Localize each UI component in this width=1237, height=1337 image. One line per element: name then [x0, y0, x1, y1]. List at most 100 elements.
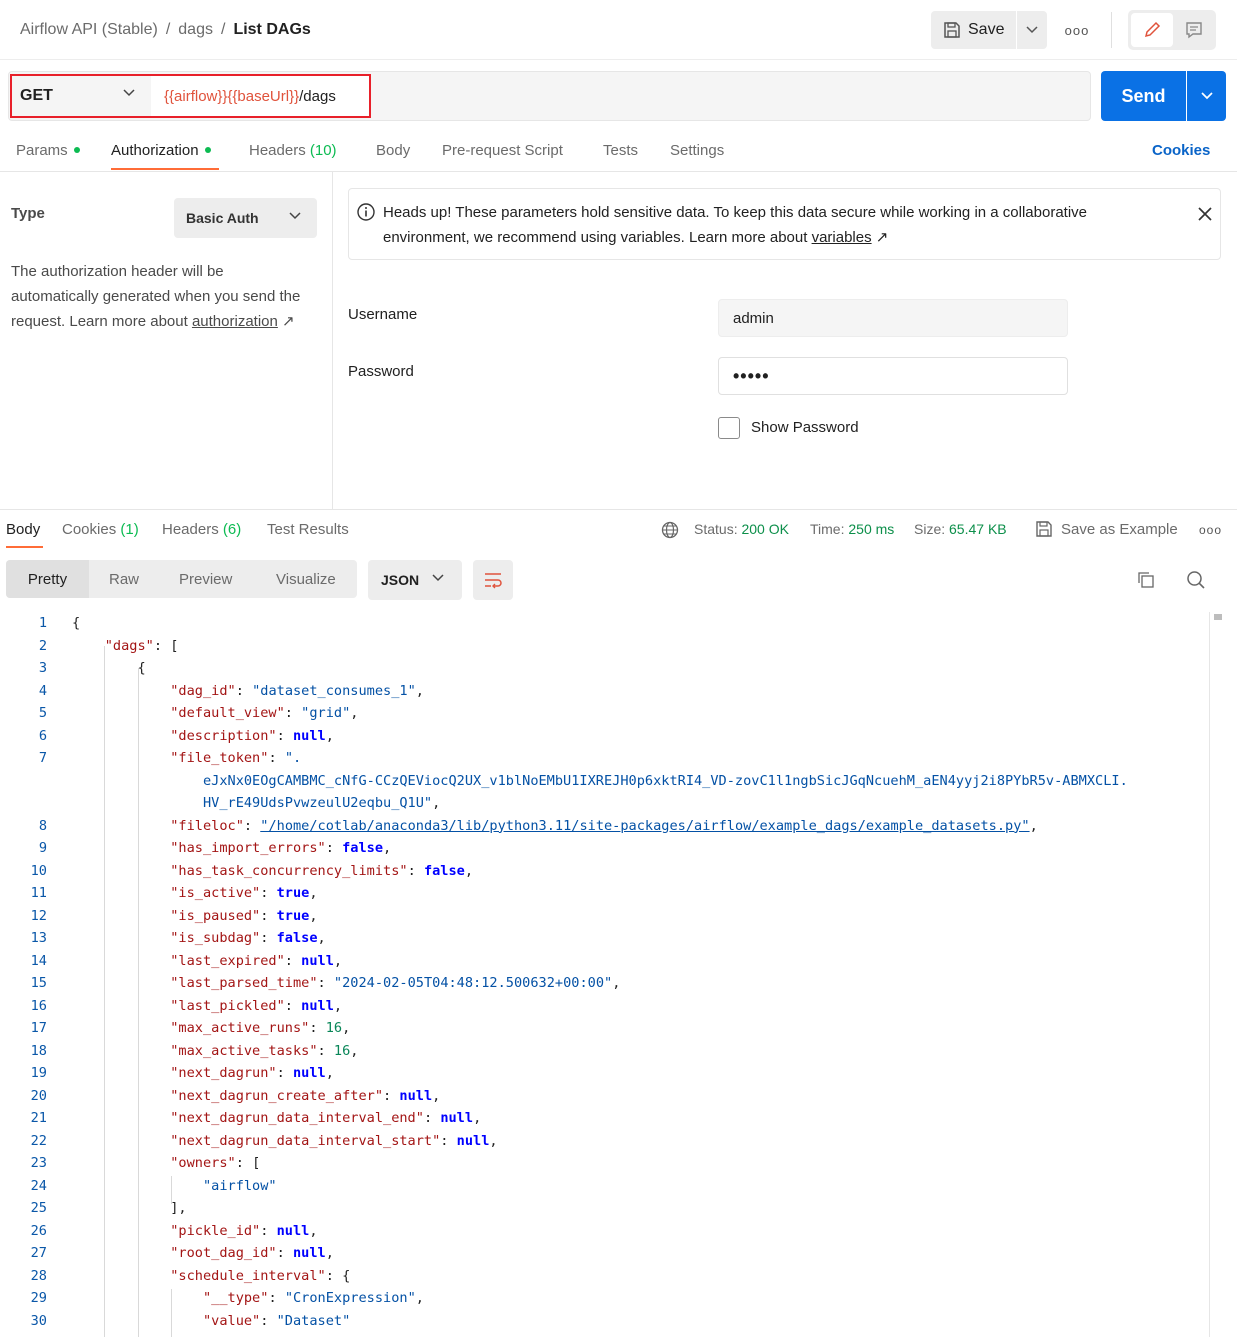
password-input[interactable]: ••••• — [718, 357, 1068, 395]
type-label: Type — [11, 205, 45, 222]
comment-icon — [1186, 22, 1202, 39]
breadcrumb-collection[interactable]: Airflow API (Stable) — [20, 21, 158, 38]
view-raw[interactable]: Raw — [109, 560, 139, 598]
response-more-options[interactable]: ooo — [1199, 523, 1222, 537]
json-string: HV_rE49UdsPvwzeulU2eqbu_Q1U" — [202, 795, 433, 811]
cookies-link[interactable]: Cookies — [1152, 142, 1210, 159]
tab-params[interactable]: Params — [16, 142, 80, 159]
save-icon — [1036, 521, 1052, 537]
code-line: { — [72, 660, 146, 676]
line-number: 8 — [38, 817, 47, 834]
line-number: 26 — [30, 1222, 47, 1239]
line-number: 4 — [38, 682, 47, 699]
active-tab-indicator — [6, 546, 43, 548]
size-indicator[interactable]: Size: 65.47 KB — [914, 521, 1007, 537]
tab-tests[interactable]: Tests — [603, 142, 638, 159]
copy-icon[interactable] — [1136, 570, 1156, 590]
code-lines: { "dags": [ { "dag_id": "dataset_consume… — [72, 612, 1128, 1332]
save-icon — [944, 22, 960, 38]
show-password-checkbox[interactable] — [718, 417, 740, 439]
json-string: "dataset_consumes_1" — [252, 682, 416, 699]
line-numbers: 1 2 3 4 5 6 7 8 9 10 11 12 13 14 15 16 1… — [0, 612, 47, 1332]
chevron-down-icon — [432, 574, 444, 582]
response-tab-headers[interactable]: Headers (6) — [162, 521, 241, 538]
chevron-down-icon — [1026, 26, 1038, 34]
active-dot — [73, 147, 80, 154]
breadcrumb-folder[interactable]: dags — [178, 21, 213, 38]
json-string: "airflow" — [202, 1177, 277, 1194]
code-line: "last_parsed_time": "2024-02-05T04:48:12… — [170, 975, 621, 991]
view-preview[interactable]: Preview — [179, 560, 232, 598]
save-dropdown-button[interactable] — [1017, 11, 1047, 49]
tab-headers[interactable]: Headers (10) — [249, 142, 337, 159]
authorization-link[interactable]: authorization — [192, 313, 278, 330]
save-as-example-label: Save as Example — [1061, 520, 1178, 538]
code-line: "owners": [ — [170, 1155, 261, 1171]
code-line: ], — [72, 1200, 187, 1216]
response-tab-cookies[interactable]: Cookies (1) — [62, 521, 139, 538]
line-number: 21 — [30, 1110, 47, 1126]
send-dropdown-button[interactable] — [1187, 71, 1226, 121]
divider — [0, 509, 1237, 510]
close-icon[interactable] — [1198, 207, 1212, 221]
scrollbar-thumb[interactable] — [1214, 614, 1222, 620]
view-mode-segments: Pretty Raw Preview Visualize — [6, 560, 357, 598]
show-password-label[interactable]: Show Password — [751, 419, 859, 436]
response-body-code[interactable]: 1 2 3 4 5 6 7 8 9 10 11 12 13 14 15 16 1… — [0, 612, 1209, 1337]
edit-mode-button[interactable] — [1131, 13, 1173, 47]
code-line: "value": "Dataset" — [202, 1312, 351, 1329]
username-input[interactable]: admin — [718, 299, 1068, 337]
auth-type-panel: Type Basic Auth The authorization header… — [0, 172, 333, 509]
send-button[interactable]: Send — [1101, 71, 1186, 121]
auth-type-select[interactable]: Basic Auth — [174, 198, 317, 238]
json-number: 16 — [333, 1042, 351, 1059]
line-number: 27 — [30, 1245, 47, 1261]
tab-authorization[interactable]: Authorization — [111, 142, 211, 159]
save-as-example-button[interactable]: Save as Example — [1035, 520, 1178, 538]
vertical-scrollbar[interactable] — [1209, 612, 1210, 1337]
line-number: 13 — [30, 930, 47, 946]
format-select[interactable]: JSON — [368, 560, 462, 600]
save-button[interactable]: Save — [931, 11, 1016, 49]
search-icon[interactable] — [1186, 570, 1206, 590]
code-line: "max_active_tasks": 16, — [170, 1042, 359, 1059]
response-tab-test-results[interactable]: Test Results — [267, 521, 349, 538]
variables-link[interactable]: variables — [812, 229, 872, 246]
time-indicator[interactable]: Time: 250 ms — [810, 521, 894, 537]
wrap-lines-button[interactable] — [473, 560, 513, 600]
code-line: eJxNx0EOgCAMBMC_cNfG-CCzQEViocQ2UX_v1blN… — [72, 770, 1128, 793]
globe-icon[interactable] — [661, 521, 679, 539]
line-number: 3 — [38, 660, 47, 676]
code-line: "is_active": true, — [170, 885, 318, 901]
pencil-icon — [1144, 21, 1161, 38]
breadcrumb-request[interactable]: List DAGs — [233, 21, 310, 38]
more-options-button[interactable]: ooo — [1062, 17, 1092, 43]
code-line: "is_paused": true, — [170, 907, 318, 924]
size-value: 65.47 KB — [949, 521, 1007, 537]
ellipsis-icon: ooo — [1199, 523, 1223, 537]
comments-mode-button[interactable] — [1174, 13, 1214, 47]
external-link-icon: ↗ — [282, 313, 295, 330]
code-line: "pickle_id": null, — [170, 1222, 318, 1239]
code-line: "__type": "CronExpression", — [202, 1290, 424, 1306]
line-number — [0, 792, 47, 815]
status-indicator[interactable]: Status: 200 OK — [694, 521, 789, 537]
save-label: Save — [968, 21, 1005, 38]
json-link[interactable]: "/home/cotlab/anaconda3/lib/python3.11/s… — [260, 818, 1029, 834]
tab-settings[interactable]: Settings — [670, 142, 724, 159]
json-string: ". — [284, 750, 302, 766]
tab-body[interactable]: Body — [376, 142, 410, 159]
response-tab-body[interactable]: Body — [6, 521, 40, 538]
auth-type-value: Basic Auth — [186, 210, 259, 226]
code-line: "default_view": "grid", — [170, 705, 359, 721]
breadcrumb: Airflow API (Stable) / dags / List DAGs — [20, 21, 311, 39]
json-string: "grid" — [301, 705, 351, 721]
line-number: 14 — [30, 952, 47, 969]
tab-prerequest-script[interactable]: Pre-request Script — [442, 142, 563, 159]
send-label: Send — [1121, 85, 1166, 106]
view-visualize[interactable]: Visualize — [276, 560, 336, 598]
code-line: "max_active_runs": 16, — [170, 1020, 351, 1036]
view-pretty[interactable]: Pretty — [6, 560, 89, 598]
tab-label: Headers — [249, 142, 306, 159]
chevron-down-icon — [289, 212, 301, 220]
